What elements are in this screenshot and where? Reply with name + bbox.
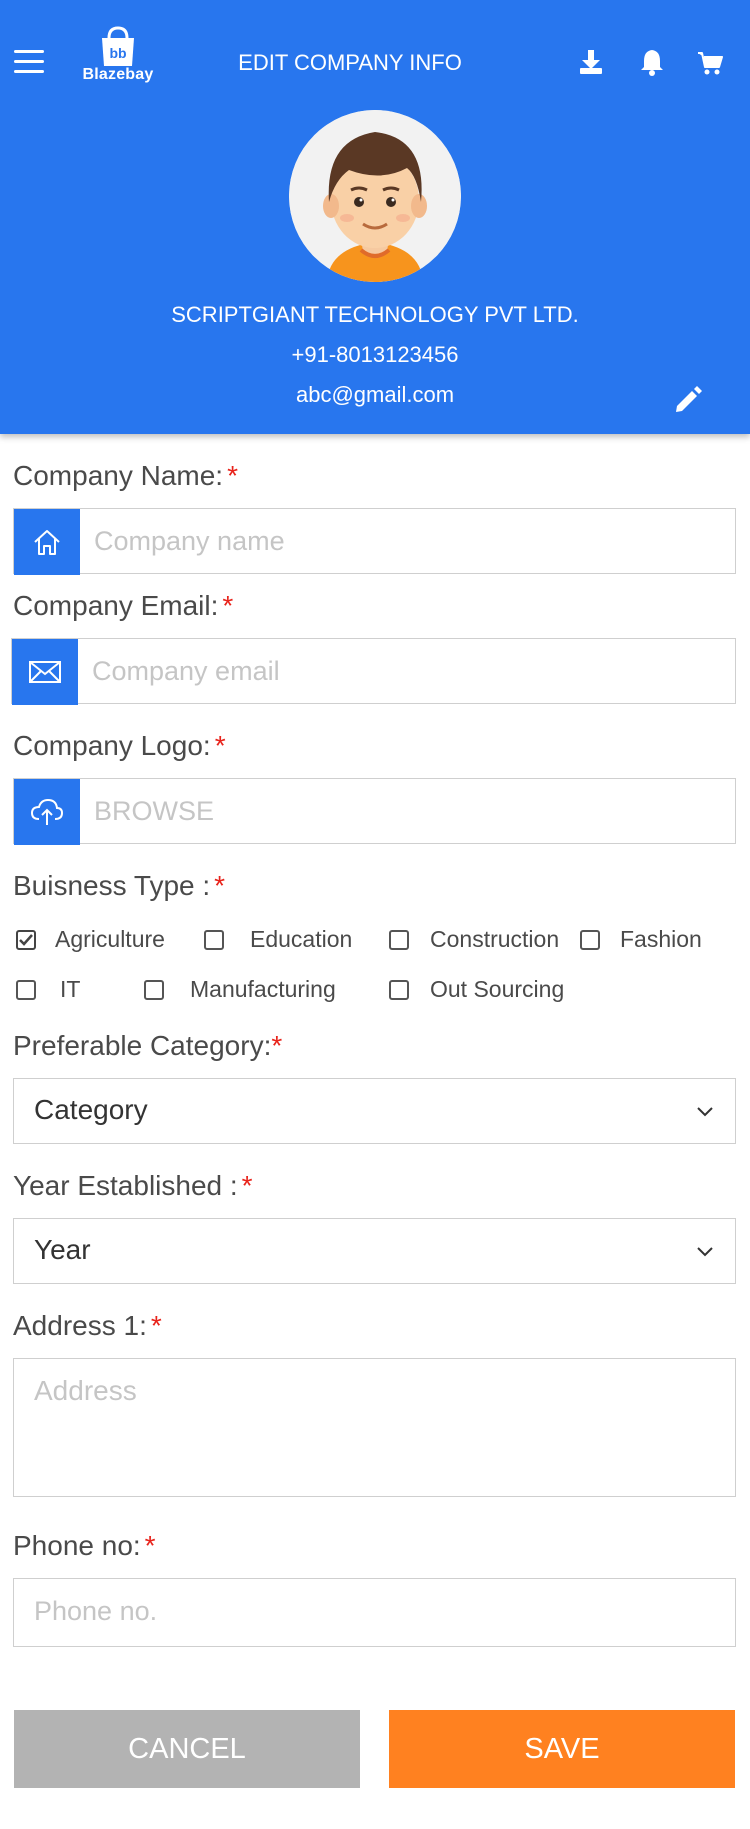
checkbox-label[interactable]: Education bbox=[250, 926, 352, 953]
company-email-label-text: Company Email: bbox=[13, 590, 219, 621]
category-label: Preferable Category:* bbox=[13, 1030, 282, 1062]
browse-input[interactable]: BROWSE bbox=[94, 796, 214, 827]
company-name-field[interactable]: Company name bbox=[13, 508, 736, 575]
company-email-input[interactable]: Company email bbox=[92, 656, 280, 687]
edit-pencil-icon[interactable] bbox=[672, 384, 704, 416]
company-email-label: Company Email: * bbox=[13, 590, 233, 622]
phone-label-text: Phone no: bbox=[13, 1530, 141, 1561]
checkbox-label[interactable]: Agriculture bbox=[55, 926, 165, 953]
checkbox-unchecked[interactable] bbox=[144, 980, 164, 1000]
company-logo-label-text: Company Logo: bbox=[13, 730, 211, 761]
phone-label: Phone no: * bbox=[13, 1530, 156, 1562]
required-asterisk: * bbox=[222, 590, 234, 621]
address-placeholder: Address bbox=[34, 1375, 137, 1406]
svg-text:bb: bb bbox=[109, 45, 126, 61]
shopping-bag-logo-icon: bb bbox=[102, 26, 134, 66]
phone-field[interactable]: Phone no. bbox=[13, 1578, 736, 1647]
cancel-button[interactable]: CANCEL bbox=[14, 1710, 360, 1788]
checkbox-label[interactable]: Construction bbox=[430, 926, 559, 953]
address-label-text: Address 1: bbox=[13, 1310, 147, 1341]
required-asterisk: * bbox=[214, 870, 226, 901]
user-avatar-illustration bbox=[289, 110, 461, 282]
download-icon[interactable] bbox=[578, 48, 604, 76]
cart-icon[interactable] bbox=[697, 48, 723, 76]
category-select-value: Category bbox=[34, 1094, 148, 1125]
company-name: SCRIPTGIANT TECHNOLOGY PVT LTD. bbox=[171, 302, 579, 327]
business-type-label-text: Buisness Type : bbox=[13, 870, 211, 901]
business-type-label: Buisness Type : * bbox=[13, 870, 225, 902]
company-email: abc@gmail.com bbox=[295, 382, 455, 407]
company-name-input[interactable]: Company name bbox=[94, 526, 285, 557]
year-established-label-text: Year Established : bbox=[13, 1170, 238, 1201]
company-phone: +91-8013123456 bbox=[291, 342, 459, 367]
checkbox-checked[interactable] bbox=[16, 930, 36, 950]
app-header: bb Blazebay EDIT COMPANY INFO SCRIPTGIAN… bbox=[0, 0, 750, 434]
chevron-down-icon bbox=[697, 1247, 713, 1257]
logo-text: Blazebay bbox=[82, 66, 154, 83]
year-select-value: Year bbox=[34, 1234, 91, 1265]
home-icon bbox=[14, 509, 80, 575]
brand-logo[interactable]: bb Blazebay bbox=[76, 24, 160, 86]
cloud-upload-icon bbox=[14, 779, 80, 845]
checkbox-unchecked[interactable] bbox=[580, 930, 600, 950]
company-logo-label: Company Logo: * bbox=[13, 730, 226, 762]
required-asterisk: * bbox=[271, 1030, 283, 1061]
required-asterisk: * bbox=[227, 460, 238, 491]
checkbox-unchecked[interactable] bbox=[204, 930, 224, 950]
company-name-label-text: Company Name: bbox=[13, 460, 224, 491]
checkbox-unchecked[interactable] bbox=[16, 980, 36, 1000]
phone-input[interactable]: Phone no. bbox=[34, 1596, 157, 1627]
checkbox-label[interactable]: Manufacturing bbox=[190, 976, 336, 1003]
hamburger-menu-icon[interactable] bbox=[14, 50, 46, 74]
required-asterisk: * bbox=[214, 730, 226, 761]
avatar[interactable] bbox=[289, 110, 461, 282]
address-label: Address 1: * bbox=[13, 1310, 162, 1342]
company-email-field[interactable]: Company email bbox=[11, 638, 736, 705]
year-established-label: Year Established : * bbox=[13, 1170, 253, 1202]
address-textarea[interactable]: Address bbox=[13, 1358, 736, 1497]
required-asterisk: * bbox=[150, 1310, 162, 1341]
category-label-text: Preferable Category: bbox=[13, 1030, 272, 1061]
checkbox-label[interactable]: Fashion bbox=[620, 926, 702, 953]
company-logo-field[interactable]: BROWSE bbox=[13, 778, 736, 845]
checkbox-unchecked[interactable] bbox=[389, 930, 409, 950]
required-asterisk: * bbox=[144, 1530, 156, 1561]
category-select[interactable]: Category bbox=[13, 1078, 736, 1144]
bell-icon[interactable] bbox=[639, 48, 665, 76]
company-name-label: Company Name: * bbox=[13, 460, 238, 492]
checkbox-unchecked[interactable] bbox=[389, 980, 409, 1000]
required-asterisk: * bbox=[241, 1170, 253, 1201]
checkbox-label[interactable]: IT bbox=[60, 976, 80, 1003]
page-title: EDIT COMPANY INFO bbox=[238, 50, 462, 75]
year-select[interactable]: Year bbox=[13, 1218, 736, 1284]
envelope-icon bbox=[12, 639, 78, 705]
save-button[interactable]: SAVE bbox=[389, 1710, 735, 1788]
checkbox-label[interactable]: Out Sourcing bbox=[430, 976, 564, 1003]
chevron-down-icon bbox=[697, 1107, 713, 1117]
